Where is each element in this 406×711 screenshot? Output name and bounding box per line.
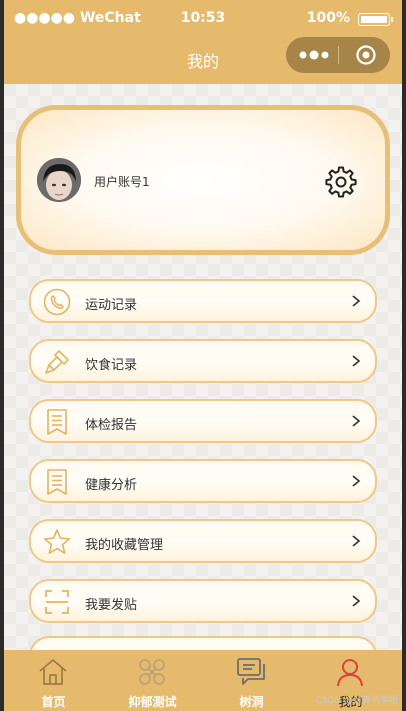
- chat-icon: [237, 658, 265, 685]
- menu-label: 体检报告: [85, 418, 138, 433]
- more-icon[interactable]: [298, 47, 330, 63]
- menu-item-create-post[interactable]: 我要发贴: [29, 579, 377, 623]
- tab-depression-test[interactable]: 抑郁测试: [103, 650, 202, 711]
- brush-icon: [45, 350, 69, 374]
- username: 用户账号1: [94, 175, 150, 189]
- watermark: CSDN @计算机学姐: [315, 696, 398, 706]
- tab-label: 抑郁测试: [128, 695, 177, 709]
- capsule-divider: [338, 46, 339, 64]
- chevron-right-icon: [352, 595, 361, 607]
- chevron-right-icon: [352, 295, 361, 307]
- menu-item-exercise-record[interactable]: 运动记录: [29, 279, 377, 323]
- tab-tree-hole[interactable]: 树洞: [202, 650, 301, 711]
- test-icon: [139, 659, 165, 685]
- menu-item-health-analysis[interactable]: 健康分析: [29, 459, 377, 503]
- tab-label: 首页: [41, 695, 66, 709]
- top-bar: ●●●●● WeChat 10:53 100% 我的: [4, 0, 402, 84]
- scan-icon: [45, 590, 69, 614]
- avatar[interactable]: [37, 158, 81, 202]
- tab-bar: 首页 抑郁测试 树洞 我的 CSDN @计算机学姐: [4, 650, 402, 711]
- phone-icon: [43, 288, 71, 316]
- chevron-right-icon: [352, 535, 361, 547]
- chevron-right-icon: [352, 415, 361, 427]
- menu-label: 我要发贴: [85, 598, 138, 613]
- battery-icon: [358, 13, 393, 26]
- user-icon: [337, 659, 363, 687]
- menu-item-diet-record[interactable]: 饮食记录: [29, 339, 377, 383]
- report-icon: [47, 409, 67, 435]
- tab-label: 树洞: [239, 695, 264, 709]
- phone-screen: ●●●●● WeChat 10:53 100% 我的 用户账号1 运动记录 饮食…: [4, 0, 402, 711]
- chevron-right-icon: [352, 475, 361, 487]
- chevron-right-icon: [352, 355, 361, 367]
- menu-label: 运动记录: [85, 298, 138, 313]
- mini-program-capsule: [286, 37, 390, 73]
- star-icon: [43, 529, 71, 554]
- menu-label: 饮食记录: [85, 358, 138, 373]
- close-mini-program-icon[interactable]: [356, 45, 376, 65]
- tab-home[interactable]: 首页: [4, 650, 103, 711]
- menu-item-checkup-report[interactable]: 体检报告: [29, 399, 377, 443]
- analysis-icon: [47, 469, 67, 495]
- gear-icon[interactable]: [325, 166, 357, 198]
- battery-percent: 100%: [306, 10, 350, 26]
- menu-item-favorites[interactable]: 我的收藏管理: [29, 519, 377, 563]
- profile-card: 用户账号1: [16, 105, 390, 255]
- status-bar: ●●●●● WeChat 10:53 100%: [4, 10, 402, 30]
- menu-label: 健康分析: [85, 478, 138, 493]
- home-icon: [39, 659, 67, 685]
- menu-label: 我的收藏管理: [85, 538, 164, 553]
